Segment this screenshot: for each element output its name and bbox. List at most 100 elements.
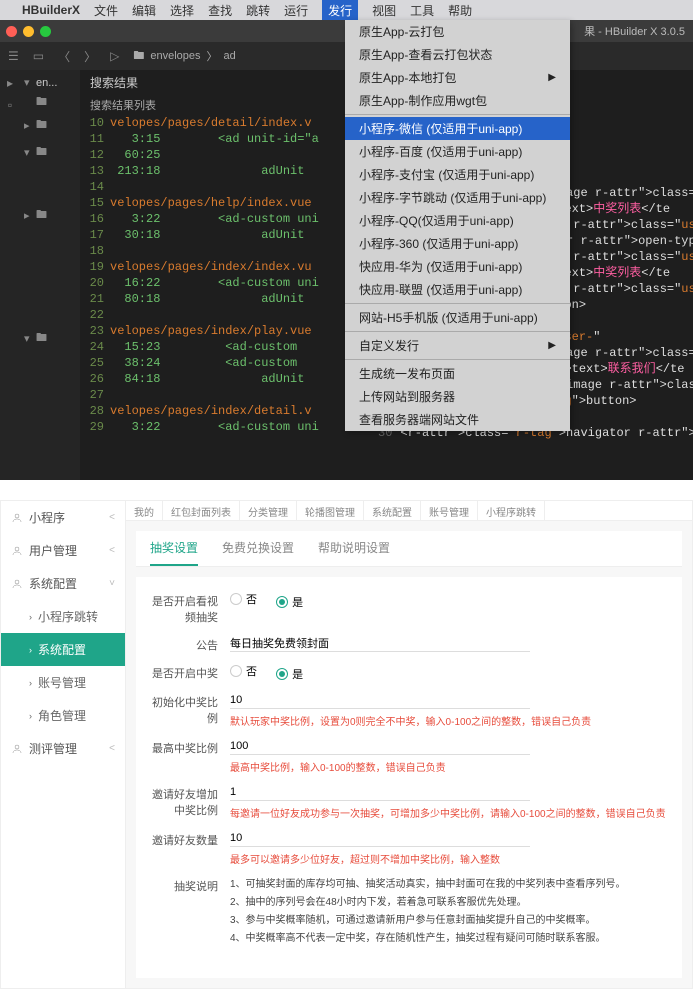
label-max-rate: 最高中奖比例 <box>150 738 230 774</box>
sidebar-subitem[interactable]: ›账号管理 <box>1 666 125 699</box>
gear-icon <box>11 578 23 590</box>
explorer-icon[interactable]: ▸ <box>7 76 13 90</box>
menu-item[interactable]: 小程序-百度 (仅适用于uni-app) <box>345 140 570 163</box>
menu-item[interactable]: 自定义发行▶ <box>345 334 570 357</box>
tab-help[interactable]: 帮助说明设置 <box>318 531 390 566</box>
publish-dropdown: 原生App-云打包原生App-查看云打包状态原生App-本地打包▶原生App-制… <box>345 20 570 431</box>
sidebar-item[interactable]: 小程序˂ <box>1 501 125 534</box>
radio-yes[interactable]: 是 <box>276 666 303 682</box>
activity-bar: ▸ ▫ <box>0 70 20 480</box>
folder-icon[interactable]: 🖿 <box>36 329 47 348</box>
tip-max-rate: 最高中奖比例，输入0-100的整数，错误自己负责 <box>230 759 668 774</box>
radio-no[interactable]: 否 <box>230 591 257 607</box>
sidebar-subitem[interactable]: ›系统配置 <box>1 633 125 666</box>
tree-root[interactable]: en... <box>36 77 57 89</box>
menu-item[interactable]: 小程序-QQ(仅适用于uni-app) <box>345 209 570 232</box>
tab-lottery[interactable]: 抽奖设置 <box>150 531 198 566</box>
input-init-rate[interactable] <box>230 692 530 709</box>
input-notice[interactable] <box>230 635 530 652</box>
label-video-lottery: 是否开启看视频抽奖 <box>150 591 230 625</box>
settings-form: 是否开启看视频抽奖 否 是 公告 是否开启中奖 否 是 初始化中奖比例 <box>136 577 682 978</box>
tip-invite-count: 最多可以邀请多少位好友，超过则不增加中奖比例，输入整数 <box>230 851 668 866</box>
top-tab[interactable]: 轮播图管理 <box>297 501 364 520</box>
menu-item[interactable]: 小程序-360 (仅适用于uni-app) <box>345 232 570 255</box>
ide-window: HBuilderX 文件 编辑 选择 查找 跳转 运行 发行 视图 工具 帮助 … <box>0 0 693 480</box>
breadcrumb-tabs[interactable]: 我的红包封面列表分类管理轮播图管理系统配置账号管理小程序跳转 <box>126 501 692 521</box>
line-gutter: 1011121314151617181920212223242526272829 <box>80 115 110 435</box>
input-max-rate[interactable] <box>230 738 530 755</box>
top-tab[interactable]: 分类管理 <box>240 501 297 520</box>
folder-icon[interactable]: 🖿 <box>36 93 47 112</box>
top-tab[interactable]: 系统配置 <box>364 501 421 520</box>
traffic-lights[interactable] <box>6 26 51 37</box>
desc-list: 1、可抽奖封面的库存均可抽、抽奖活动真实，抽中封面可在我的中奖列表中查看序列号。… <box>230 876 668 948</box>
window-title: 果 - HBuilder X 3.0.5 <box>584 23 685 39</box>
nav-back-icon[interactable]: 〈 <box>58 48 70 65</box>
file-tree[interactable]: ▾en... 🖿 ▸🖿 ▾🖿 ▸🖿 ▾🖿 <box>20 70 80 480</box>
top-tab[interactable]: 小程序跳转 <box>478 501 545 520</box>
menu-edit[interactable]: 编辑 <box>132 2 156 19</box>
sidebar-subitem[interactable]: ›小程序跳转 <box>1 600 125 633</box>
close-window-icon[interactable] <box>6 26 17 37</box>
menu-item[interactable]: 快应用-联盟 (仅适用于uni-app) <box>345 278 570 301</box>
folder-icon[interactable]: 🖿 <box>36 116 47 135</box>
run-icon[interactable]: ▷ <box>110 49 119 63</box>
menu-item[interactable]: 原生App-制作应用wgt包 <box>345 89 570 112</box>
menu-item[interactable]: 快应用-华为 (仅适用于uni-app) <box>345 255 570 278</box>
label-enable-win: 是否开启中奖 <box>150 663 230 682</box>
menu-file[interactable]: 文件 <box>94 2 118 19</box>
user-icon <box>11 545 23 557</box>
inner-tabs: 抽奖设置 免费兑换设置 帮助说明设置 <box>136 531 682 567</box>
admin-sidebar: 小程序˂用户管理˂系统配置˅›小程序跳转›系统配置›账号管理›角色管理测评管理˂ <box>1 501 126 988</box>
nav-forward-icon[interactable]: 〉 <box>84 48 96 65</box>
menu-item[interactable]: 小程序-字节跳动 (仅适用于uni-app) <box>345 186 570 209</box>
menu-item[interactable]: 查看服务器端网站文件 <box>345 408 570 431</box>
user-icon <box>11 512 23 524</box>
folder-icon[interactable]: 🖿 <box>36 143 47 162</box>
files-icon[interactable]: ▫ <box>8 98 12 112</box>
top-tab[interactable]: 我的 <box>126 501 163 520</box>
app-name: HBuilderX <box>22 3 80 17</box>
menu-item[interactable]: 原生App-本地打包▶ <box>345 66 570 89</box>
maximize-window-icon[interactable] <box>40 26 51 37</box>
label-init-rate: 初始化中奖比例 <box>150 692 230 728</box>
input-invite-count[interactable] <box>230 830 530 847</box>
sidebar-item[interactable]: 测评管理˂ <box>1 732 125 765</box>
tab-free[interactable]: 免费兑换设置 <box>222 531 294 566</box>
menu-item[interactable]: 网站-H5手机版 (仅适用于uni-app) <box>345 306 570 329</box>
breadcrumb[interactable]: 🖿 envelopes 〉 ad <box>133 47 235 66</box>
user-icon <box>11 743 23 755</box>
sidebar-item[interactable]: 系统配置˅ <box>1 567 125 600</box>
menu-item[interactable]: 原生App-云打包 <box>345 20 570 43</box>
menu-tools[interactable]: 工具 <box>410 2 434 19</box>
menu-item[interactable]: 生成统一发布页面 <box>345 362 570 385</box>
macos-menubar: HBuilderX 文件 编辑 选择 查找 跳转 运行 发行 视图 工具 帮助 <box>0 0 693 20</box>
menu-item[interactable]: 原生App-查看云打包状态 <box>345 43 570 66</box>
menu-publish[interactable]: 发行 <box>322 0 358 21</box>
label-invite-count: 邀请好友数量 <box>150 830 230 866</box>
folder-icon[interactable]: 🖿 <box>36 206 47 225</box>
sidebar-subitem[interactable]: ›角色管理 <box>1 699 125 732</box>
menu-item[interactable]: 小程序-支付宝 (仅适用于uni-app) <box>345 163 570 186</box>
menu-find[interactable]: 查找 <box>208 2 232 19</box>
tip-init-rate: 默认玩家中奖比例，设置为0则完全不中奖，输入0-100之间的整数，错误自己负责 <box>230 713 668 728</box>
top-tab[interactable]: 红包封面列表 <box>163 501 240 520</box>
radio-no[interactable]: 否 <box>230 663 257 679</box>
menu-help[interactable]: 帮助 <box>448 2 472 19</box>
input-invite-rate[interactable] <box>230 784 530 801</box>
label-invite-rate: 邀请好友增加中奖比例 <box>150 784 230 820</box>
sidebar-item[interactable]: 用户管理˂ <box>1 534 125 567</box>
menu-item[interactable]: 上传网站到服务器 <box>345 385 570 408</box>
admin-panel: 小程序˂用户管理˂系统配置˅›小程序跳转›系统配置›账号管理›角色管理测评管理˂… <box>0 500 693 989</box>
minimize-window-icon[interactable] <box>23 26 34 37</box>
menu-select[interactable]: 选择 <box>170 2 194 19</box>
menu-run[interactable]: 运行 <box>284 2 308 19</box>
sidebar-toggle-icon[interactable]: ☰ <box>8 49 19 63</box>
top-tab[interactable]: 账号管理 <box>421 501 478 520</box>
menu-item[interactable]: 小程序-微信 (仅适用于uni-app) <box>345 117 570 140</box>
label-desc: 抽奖说明 <box>150 876 230 948</box>
radio-yes[interactable]: 是 <box>276 594 303 610</box>
file-icon[interactable]: ▭ <box>33 49 44 63</box>
menu-view[interactable]: 视图 <box>372 2 396 19</box>
menu-goto[interactable]: 跳转 <box>246 2 270 19</box>
